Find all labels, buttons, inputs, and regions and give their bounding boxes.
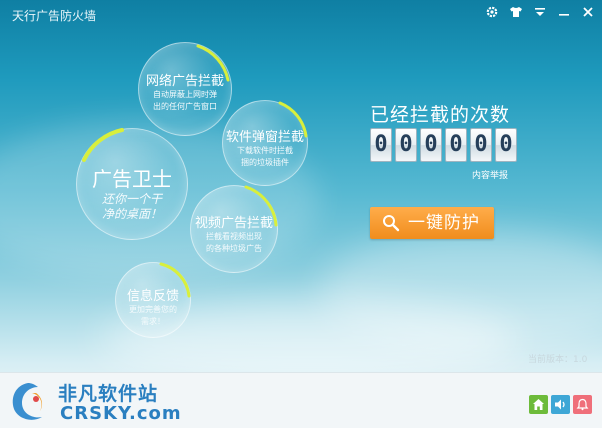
crsky-logo-icon: [12, 383, 43, 420]
ad-guard-desc-1: 还你一个干: [101, 192, 162, 206]
ad-guard-title: 广告卫士: [92, 167, 172, 191]
minimize-icon[interactable]: [556, 5, 572, 21]
feedback-desc-2: 需求！: [141, 317, 165, 326]
video-ad-block-desc-1: 拦截看视频出现: [206, 232, 262, 241]
software-popup-block-desc-2: 捆的垃圾插件: [241, 158, 289, 167]
counter-digit: 0: [420, 128, 442, 162]
gear-icon[interactable]: [484, 5, 500, 21]
bell-button[interactable]: [573, 395, 592, 414]
shirt-icon[interactable]: [508, 5, 524, 21]
footer-bar: 非凡软件站 CRSKY.com: [0, 372, 602, 428]
bell-icon: [576, 398, 589, 411]
feedback-bubble[interactable]: 信息反馈 更加完善您的 需求！: [115, 262, 191, 338]
network-ad-block-desc-2: 出的任何广告窗口: [153, 102, 217, 111]
video-ad-block-title: 视频广告拦截: [194, 216, 273, 231]
title-bar-controls: [484, 5, 596, 21]
counter-digit: 0: [370, 128, 392, 162]
ad-guard-bubble[interactable]: 广告卫士 还你一个干 净的桌面！: [76, 128, 188, 240]
home-button[interactable]: [529, 395, 548, 414]
software-popup-block-desc-1: 下载软件时拦截: [237, 146, 293, 155]
feedback-title: 信息反馈: [126, 289, 179, 304]
app-window: 天行广告防火墙 网络广告拦截 自动屏蔽上网时弹 出的任何广告窗口 软件弹窗拦截 …: [0, 0, 602, 428]
close-icon[interactable]: [580, 5, 596, 21]
blocked-count-counter: 0 0 0 0 0 0: [370, 128, 517, 162]
video-ad-block-bubble[interactable]: 视频广告拦截 拦截看视频出现 的各种垃圾广告: [190, 185, 278, 273]
volume-icon: [555, 399, 565, 410]
menu-down-icon[interactable]: [532, 5, 548, 21]
title-bar: 天行广告防火墙: [0, 0, 602, 28]
content-report-link[interactable]: 内容举报: [472, 168, 508, 181]
network-ad-block-desc-1: 自动屏蔽上网时弹: [153, 90, 217, 99]
logo-en-text: CRSKY.com: [60, 403, 182, 424]
network-ad-block-bubble[interactable]: 网络广告拦截 自动屏蔽上网时弹 出的任何广告窗口: [138, 42, 232, 136]
logo-cn-text: 非凡软件站: [58, 383, 159, 405]
footer-buttons: [529, 395, 592, 414]
video-ad-block-desc-2: 的各种垃圾广告: [206, 244, 262, 253]
volume-button[interactable]: [551, 395, 570, 414]
home-icon: [533, 399, 544, 410]
one-click-protect-label: 一键防护: [408, 213, 480, 233]
one-click-protect-button[interactable]: 一键防护: [370, 207, 494, 239]
search-icon: [383, 215, 400, 232]
software-popup-block-title: 软件弹窗拦截: [225, 130, 304, 145]
counter-digit: 0: [495, 128, 517, 162]
counter-digit: 0: [470, 128, 492, 162]
network-ad-block-title: 网络广告拦截: [145, 74, 224, 89]
counter-digit: 0: [395, 128, 417, 162]
window-title: 天行广告防火墙: [12, 9, 97, 23]
feedback-desc-1: 更加完善您的: [129, 305, 177, 314]
software-popup-block-bubble[interactable]: 软件弹窗拦截 下载软件时拦截 捆的垃圾插件: [222, 100, 308, 186]
counter-digit: 0: [445, 128, 467, 162]
version-label: 当前版本：1.0: [528, 355, 588, 365]
blocked-count-heading: 已经拦截的次数: [370, 104, 511, 126]
ad-guard-desc-2: 净的桌面！: [101, 207, 162, 221]
